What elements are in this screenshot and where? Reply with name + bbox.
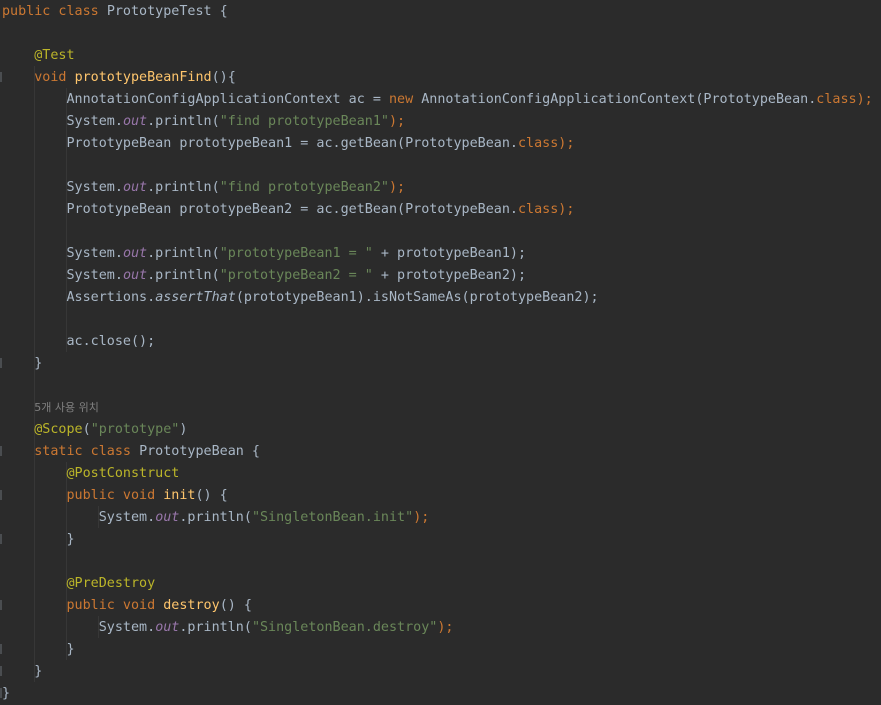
code-text: () { bbox=[195, 488, 228, 503]
code-line-class-decl[interactable]: public class PrototypeTest { bbox=[2, 1, 228, 23]
keyword: public void bbox=[66, 488, 164, 503]
code-text: ) bbox=[179, 422, 188, 437]
static-field: out bbox=[122, 268, 148, 283]
code-line[interactable]: PrototypeBean prototypeBean2 = ac.getBea… bbox=[2, 199, 575, 221]
static-field: out bbox=[122, 114, 148, 129]
string-literal: "SingletonBean.init" bbox=[251, 510, 414, 525]
closing-brace: } bbox=[66, 532, 75, 547]
code-text: System. bbox=[66, 268, 123, 283]
code-text: ac.close(); bbox=[66, 334, 156, 349]
keyword: public class bbox=[2, 4, 107, 19]
code-line[interactable]: System.out.println("find prototypeBean2"… bbox=[2, 177, 406, 199]
annotation: @Test bbox=[34, 48, 75, 63]
code-text: + prototypeBean2); bbox=[372, 268, 527, 283]
code-text: AnnotationConfigApplicationContext ac = bbox=[66, 92, 389, 107]
code-text: System. bbox=[98, 620, 156, 635]
closing-brace: } bbox=[34, 356, 43, 371]
punctuation: ); bbox=[437, 620, 454, 635]
code-text: (prototypeBean1).isNotSameAs(prototypeBe… bbox=[235, 290, 599, 305]
keyword: new bbox=[388, 92, 422, 107]
keyword: static class bbox=[34, 444, 140, 459]
code-text: PrototypeBean prototypeBean1 = ac.getBea… bbox=[66, 136, 518, 151]
annotation: @PreDestroy bbox=[66, 576, 156, 591]
keyword: class bbox=[816, 92, 857, 107]
code-line[interactable]: } bbox=[2, 661, 42, 683]
punctuation: ); bbox=[558, 136, 575, 151]
string-literal: "find prototypeBean2" bbox=[219, 180, 389, 195]
code-text: PrototypeBean prototypeBean2 = ac.getBea… bbox=[66, 202, 518, 217]
code-text: System. bbox=[66, 246, 123, 261]
code-line[interactable]: AnnotationConfigApplicationContext ac = … bbox=[2, 89, 873, 111]
static-method: assertThat bbox=[155, 290, 236, 305]
punctuation: ); bbox=[389, 114, 406, 129]
code-line[interactable]: } bbox=[2, 683, 10, 705]
code-line[interactable]: } bbox=[2, 529, 75, 551]
code-line-annotation[interactable]: @Scope("prototype") bbox=[2, 419, 187, 441]
code-text: .println( bbox=[147, 114, 220, 129]
code-text: Assertions. bbox=[66, 290, 156, 305]
code-text: System. bbox=[66, 180, 123, 195]
code-line-annotation[interactable]: @Test bbox=[2, 45, 75, 67]
code-line[interactable]: } bbox=[2, 353, 42, 375]
code-line-method-decl[interactable]: public void init() { bbox=[2, 485, 228, 507]
annotation: @PostConstruct bbox=[66, 466, 180, 481]
static-field: out bbox=[122, 246, 148, 261]
code-line[interactable]: System.out.println("SingletonBean.destro… bbox=[2, 617, 454, 639]
string-literal: "SingletonBean.destroy" bbox=[251, 620, 438, 635]
code-text: () { bbox=[219, 598, 252, 613]
code-text: System. bbox=[98, 510, 156, 525]
code-text: (){ bbox=[211, 70, 236, 85]
code-line[interactable]: System.out.println("prototypeBean2 = " +… bbox=[2, 265, 527, 287]
code-line[interactable]: } bbox=[2, 639, 75, 661]
code-line-annotation[interactable]: @PreDestroy bbox=[2, 573, 156, 595]
punctuation: ); bbox=[413, 510, 430, 525]
code-line[interactable]: ac.close(); bbox=[2, 331, 156, 353]
code-text: .println( bbox=[147, 268, 220, 283]
punctuation: ); bbox=[389, 180, 406, 195]
method-name: prototypeBeanFind bbox=[74, 70, 212, 85]
code-text: .println( bbox=[147, 246, 220, 261]
class-name: PrototypeBean { bbox=[139, 444, 260, 459]
closing-brace: } bbox=[2, 686, 11, 701]
string-literal: "find prototypeBean1" bbox=[219, 114, 389, 129]
punctuation: ); bbox=[856, 92, 873, 107]
code-text: .println( bbox=[147, 180, 220, 195]
keyword: class bbox=[517, 202, 559, 217]
code-line-class-decl[interactable]: static class PrototypeBean { bbox=[2, 441, 260, 463]
closing-brace: } bbox=[34, 664, 43, 679]
code-line[interactable]: System.out.println("SingletonBean.init")… bbox=[2, 507, 430, 529]
string-literal: "prototype" bbox=[90, 422, 180, 437]
code-text: AnnotationConfigApplicationContext(Proto… bbox=[421, 92, 817, 107]
code-text: .println( bbox=[179, 620, 252, 635]
static-field: out bbox=[155, 510, 180, 525]
method-name: init bbox=[163, 488, 196, 503]
code-line[interactable]: PrototypeBean prototypeBean1 = ac.getBea… bbox=[2, 133, 575, 155]
static-field: out bbox=[122, 180, 148, 195]
code-line-annotation[interactable]: @PostConstruct bbox=[2, 463, 180, 485]
class-name: PrototypeTest { bbox=[106, 4, 228, 19]
code-text: .println( bbox=[179, 510, 252, 525]
string-literal: "prototypeBean2 = " bbox=[219, 268, 373, 283]
static-field: out bbox=[155, 620, 180, 635]
usage-count-hint[interactable]: 5개 사용 위치 bbox=[34, 401, 99, 414]
method-name: destroy bbox=[163, 598, 220, 613]
code-line[interactable]: System.out.println("find prototypeBean1"… bbox=[2, 111, 406, 133]
code-text: ( bbox=[82, 422, 91, 437]
usage-hint[interactable]: 5개 사용 위치 bbox=[2, 397, 99, 419]
code-line-method-decl[interactable]: void prototypeBeanFind(){ bbox=[2, 67, 236, 89]
code-line[interactable]: Assertions.assertThat(prototypeBean1).is… bbox=[2, 287, 599, 309]
keyword: void bbox=[34, 70, 75, 85]
code-editor[interactable]: public class PrototypeTest { @Test void … bbox=[0, 0, 881, 703]
code-line-method-decl[interactable]: public void destroy() { bbox=[2, 595, 252, 617]
closing-brace: } bbox=[66, 642, 75, 657]
code-line[interactable]: System.out.println("prototypeBean1 = " +… bbox=[2, 243, 527, 265]
keyword: class bbox=[517, 136, 559, 151]
keyword: public void bbox=[66, 598, 164, 613]
punctuation: ); bbox=[558, 202, 575, 217]
string-literal: "prototypeBean1 = " bbox=[219, 246, 373, 261]
code-text: + prototypeBean1); bbox=[372, 246, 527, 261]
code-text: System. bbox=[66, 114, 123, 129]
annotation: @Scope bbox=[34, 422, 83, 437]
